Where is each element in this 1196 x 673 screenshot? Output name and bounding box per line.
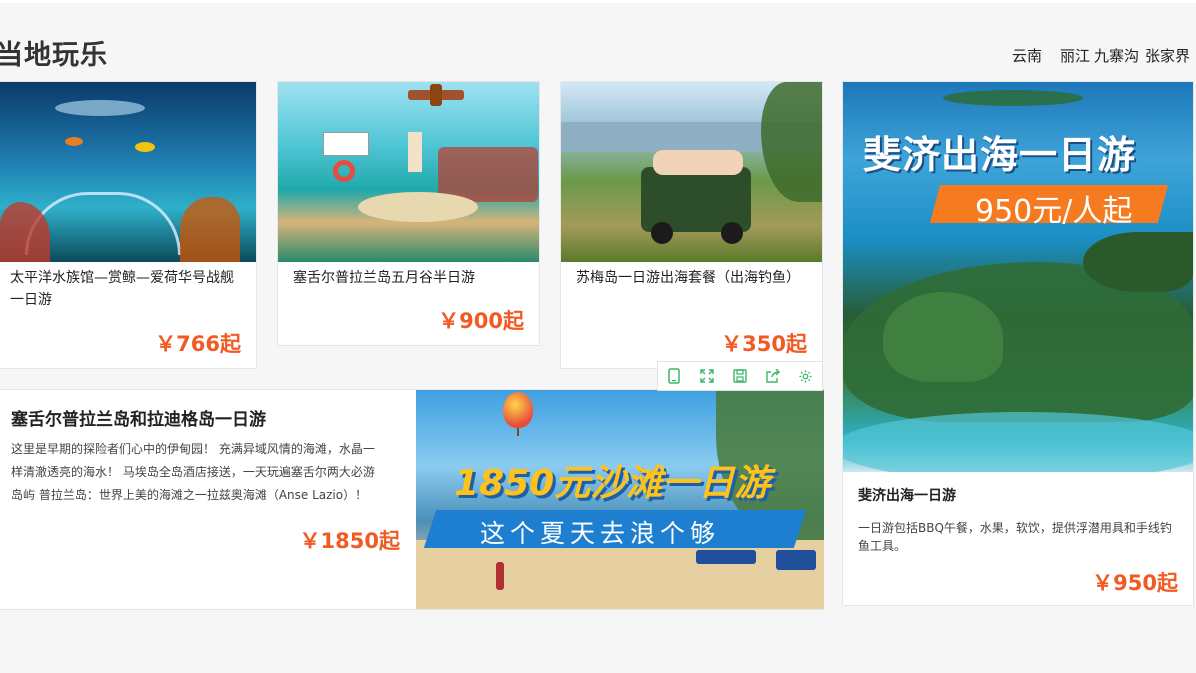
card-title[interactable]: 太平洋水族馆—赏鲸—爱荷华号战舰一日游 — [10, 267, 241, 311]
card-price: ￥766起 — [155, 332, 241, 356]
card-price: ￥900起 — [438, 309, 524, 333]
card-title[interactable]: 苏梅岛一日游出海套餐（出海钓鱼） — [576, 267, 807, 289]
fullscreen-icon[interactable] — [691, 362, 724, 390]
settings-icon[interactable] — [789, 362, 822, 390]
section-title: 当地玩乐 — [0, 40, 108, 71]
card-image[interactable] — [0, 82, 256, 262]
tag-yunnan[interactable]: 云南 — [1012, 45, 1042, 66]
card-image[interactable]: 斐济出海一日游 950元/人起 — [843, 82, 1193, 472]
banner-price: 950元/人起 — [975, 194, 1133, 229]
card-price: ￥950起 — [1092, 571, 1178, 595]
beach-banner-image[interactable]: 1850元沙滩一日游 这个夏天去浪个够 — [416, 390, 824, 609]
mobile-icon[interactable] — [658, 362, 691, 390]
card-title[interactable]: 塞舌尔普拉兰岛和拉迪格岛一日游 — [11, 408, 406, 432]
product-card-praslin-valley[interactable]: 塞舌尔普拉兰岛五月谷半日游 ￥900起 — [277, 81, 540, 346]
product-card-koh-samui[interactable]: 苏梅岛一日游出海套餐（出海钓鱼） ￥350起 — [560, 81, 823, 369]
banner-headline: 1850元沙滩一日游 — [454, 463, 771, 504]
destination-tags: 云南 丽江 九寨沟 张家界 — [1012, 45, 1190, 66]
image-toolbar — [657, 361, 823, 391]
banner-sub: 这个夏天去浪个够 — [480, 519, 721, 548]
card-image[interactable] — [278, 82, 539, 262]
product-card-praslin-la-digue[interactable]: 塞舌尔普拉兰岛和拉迪格岛一日游 这里是早期的探险者们心中的伊甸园！ 充满异域风情… — [0, 389, 824, 610]
product-card-aquarium[interactable]: 太平洋水族馆—赏鲸—爱荷华号战舰一日游 ￥766起 — [0, 81, 257, 369]
card-price: ￥1850起 — [299, 529, 400, 553]
card-image[interactable] — [561, 82, 822, 262]
card-title[interactable]: 塞舌尔普拉兰岛五月谷半日游 — [293, 267, 524, 289]
tag-lijiang[interactable]: 丽江 — [1060, 45, 1090, 66]
top-divider — [0, 0, 1196, 3]
save-icon[interactable] — [724, 362, 757, 390]
card-title[interactable]: 斐济出海一日游 — [858, 485, 1178, 507]
card-description: 这里是早期的探险者们心中的伊甸园！ 充满异域风情的海滩，水晶一样清澈透亮的海水！… — [11, 442, 375, 502]
card-description: 一日游包括BBQ午餐，水果，软饮，提供浮潜用具和手线钓鱼工具。 — [858, 521, 1172, 553]
share-icon[interactable] — [756, 362, 789, 390]
tag-zhangjiajie[interactable]: 张家界 — [1145, 45, 1190, 66]
product-card-fiji[interactable]: 斐济出海一日游 950元/人起 斐济出海一日游 一日游包括BBQ午餐，水果，软饮… — [842, 81, 1194, 606]
tag-jiuzhaigou[interactable]: 九寨沟 — [1094, 45, 1139, 66]
banner-title: 斐济出海一日游 — [863, 133, 1137, 177]
card-price: ￥350起 — [721, 332, 807, 356]
